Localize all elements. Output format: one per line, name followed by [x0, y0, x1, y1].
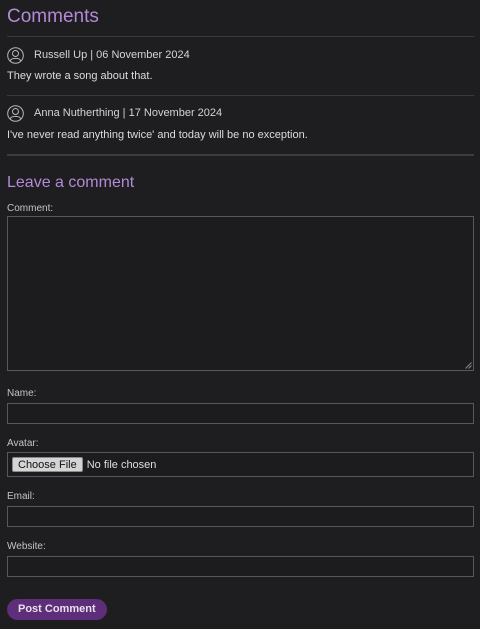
comments-divider	[7, 36, 474, 37]
comment-author-date: Russell Up | 06 November 2024	[34, 49, 190, 61]
comment-author-date: Anna Nutherthing | 17 November 2024	[34, 107, 223, 119]
email-field[interactable]	[7, 506, 474, 527]
comment-textarea-wrapper	[7, 216, 474, 371]
user-avatar-icon	[7, 104, 24, 122]
comment-meta: Anna Nutherthing | 17 November 2024	[7, 104, 222, 122]
resize-grip-icon[interactable]	[465, 362, 472, 369]
section-divider	[7, 154, 474, 156]
file-status: No file chosen	[86, 458, 157, 471]
avatar-file-input: Choose File No file chosen	[7, 452, 474, 477]
user-avatar-icon	[7, 46, 24, 64]
post-comment-button[interactable]: Post Comment	[7, 599, 107, 620]
name-field[interactable]	[7, 403, 474, 424]
leave-comment-heading: Leave a comment	[7, 174, 135, 191]
name-label: Name:	[7, 388, 37, 399]
comment-divider	[7, 95, 474, 96]
comment-text: They wrote a song about that.	[7, 70, 153, 82]
comment-text: I've never read anything twice' and toda…	[7, 129, 308, 141]
email-label: Email:	[7, 491, 35, 502]
comment-label: Comment:	[7, 203, 54, 214]
comment-textarea[interactable]	[7, 216, 474, 371]
comments-heading: Comments	[7, 6, 99, 27]
website-field[interactable]	[7, 556, 474, 577]
avatar-label: Avatar:	[7, 438, 39, 449]
comment-meta: Russell Up | 06 November 2024	[7, 46, 190, 64]
choose-file-button[interactable]: Choose File	[12, 457, 83, 472]
website-label: Website:	[7, 541, 46, 552]
